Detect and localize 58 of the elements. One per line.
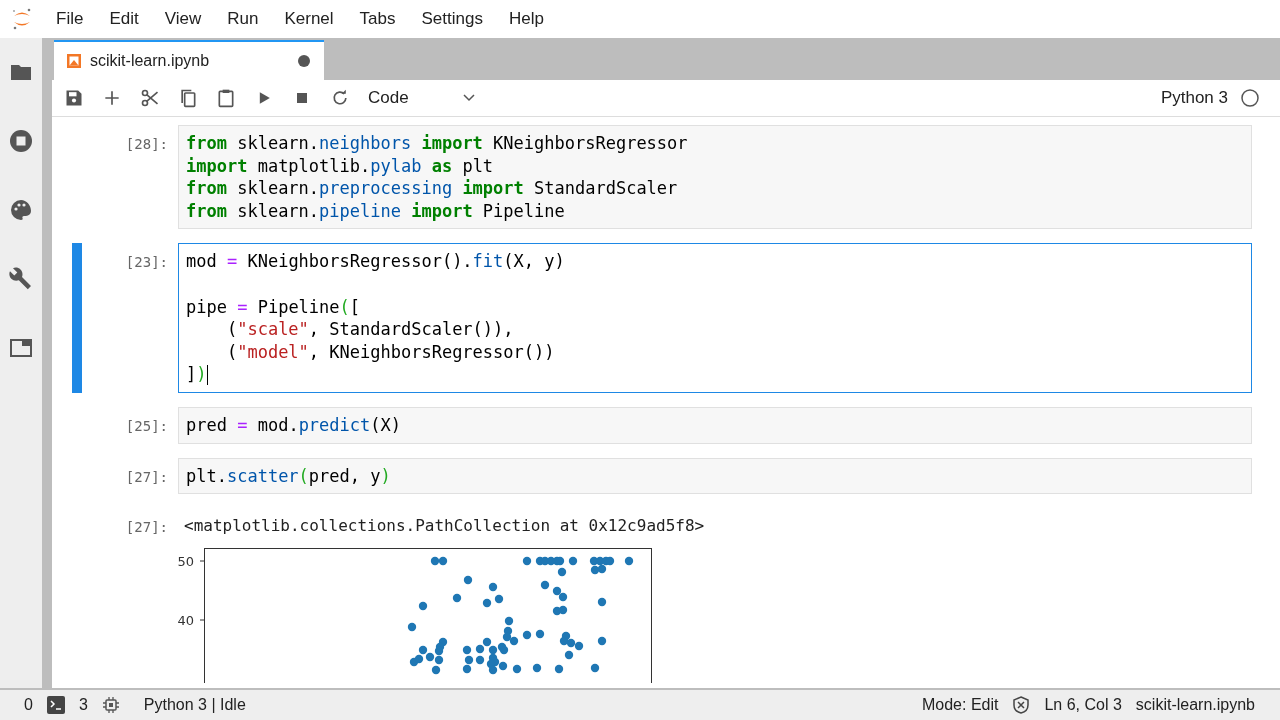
palette-icon[interactable]	[9, 198, 33, 222]
menu-item[interactable]: View	[164, 9, 202, 29]
tabs-icon[interactable]	[9, 336, 33, 360]
code-line: from sklearn.preprocessing import StandardScaler	[186, 177, 679, 200]
code-line: ("scale", StandardScaler()),	[225, 318, 515, 341]
menu-item[interactable]: Help	[508, 9, 544, 29]
y-tick-label: 50	[177, 554, 194, 570]
menu-item[interactable]: Edit	[109, 9, 139, 29]
clipboard-icon[interactable]	[216, 88, 236, 108]
code-line: mod = KNeighborsRegressor().fit(X, y)	[186, 250, 566, 273]
notebook-icon	[66, 53, 82, 69]
output-text: <matplotlib.collections.PathCollection at 0x12c9ad5f8>	[183, 515, 706, 538]
code-line: ])	[186, 363, 209, 386]
kernel-status[interactable]: Python 3 | Idle	[143, 696, 246, 714]
kernel-name[interactable]: Python 3	[1160, 88, 1228, 108]
caret-icon	[462, 94, 475, 102]
cell-prompt: [27]:	[124, 467, 169, 485]
plus-icon[interactable]	[102, 88, 122, 108]
kernel-idle-icon	[1240, 88, 1260, 108]
code-cell[interactable]: from sklearn.neighbors import KNeighborsRegressor import matplotlib.pylab as plt from sklearn.preprocessing import StandardScaler from sklearn.pipeline import Pipeline	[178, 125, 1252, 230]
mode-indicator: Mode: Edit	[921, 696, 999, 714]
stop-circle-icon[interactable]	[9, 129, 33, 153]
scissors-icon[interactable]	[140, 88, 160, 108]
cell-prompt: [25]:	[124, 416, 169, 434]
menu-item[interactable]: Tabs	[359, 9, 396, 29]
code-line: plt.scatter(pred, y)	[186, 464, 392, 488]
tab-title: scikit-learn.ipynb	[90, 52, 211, 70]
terminal-icon[interactable]	[46, 696, 65, 714]
menu-item[interactable]: Run	[227, 9, 259, 29]
code-line: from sklearn.neighbors import KNeighborsRegressor	[186, 132, 689, 155]
terminal-count[interactable]: 3	[78, 696, 88, 714]
restart-icon[interactable]	[330, 88, 350, 108]
menu-item[interactable]: File	[56, 9, 84, 29]
shield-x-icon[interactable]	[1012, 696, 1031, 714]
chip-icon[interactable]	[101, 696, 120, 714]
code-cell[interactable]: pred = mod.predict(X)	[178, 406, 1252, 444]
code-cell[interactable]: plt.scatter(pred, y)	[178, 457, 1252, 495]
menu-item[interactable]: Settings	[421, 9, 483, 29]
code-line: pipe = Pipeline([	[186, 295, 362, 319]
cell-type-dropdown[interactable]: Code	[368, 86, 475, 110]
cell-prompt: [23]:	[124, 253, 169, 271]
cursor-position[interactable]: Ln 6, Col 3	[1044, 696, 1122, 714]
y-tick-label: 40	[177, 613, 194, 629]
code-cell[interactable]: mod = KNeighborsRegressor().fit(X, y) pipe = Pipeline([ ("scale", StandardScaler()), ("model", KNeighborsRegressor()) ])	[178, 243, 1252, 393]
output-prompt: [27]:	[124, 518, 169, 536]
copy-icon[interactable]	[178, 88, 198, 108]
code-line: ("model", KNeighborsRegressor())	[225, 340, 556, 364]
menu-item[interactable]: Kernel	[284, 9, 334, 29]
code-line: pred = mod.predict(X)	[186, 413, 402, 437]
wrench-icon[interactable]	[9, 267, 33, 291]
status-count[interactable]: 0	[24, 696, 33, 714]
cell-prompt: [28]:	[124, 135, 169, 152]
code-line: from sklearn.pipeline import Pipeline	[186, 199, 566, 223]
code-line: import matplotlib.pylab as plt	[186, 154, 495, 178]
status-filename: scikit-learn.ipynb	[1135, 696, 1255, 714]
text-cursor	[206, 365, 208, 386]
notebook-tab[interactable]: scikit-learn.ipynb	[54, 40, 324, 80]
save-icon[interactable]	[64, 88, 84, 108]
